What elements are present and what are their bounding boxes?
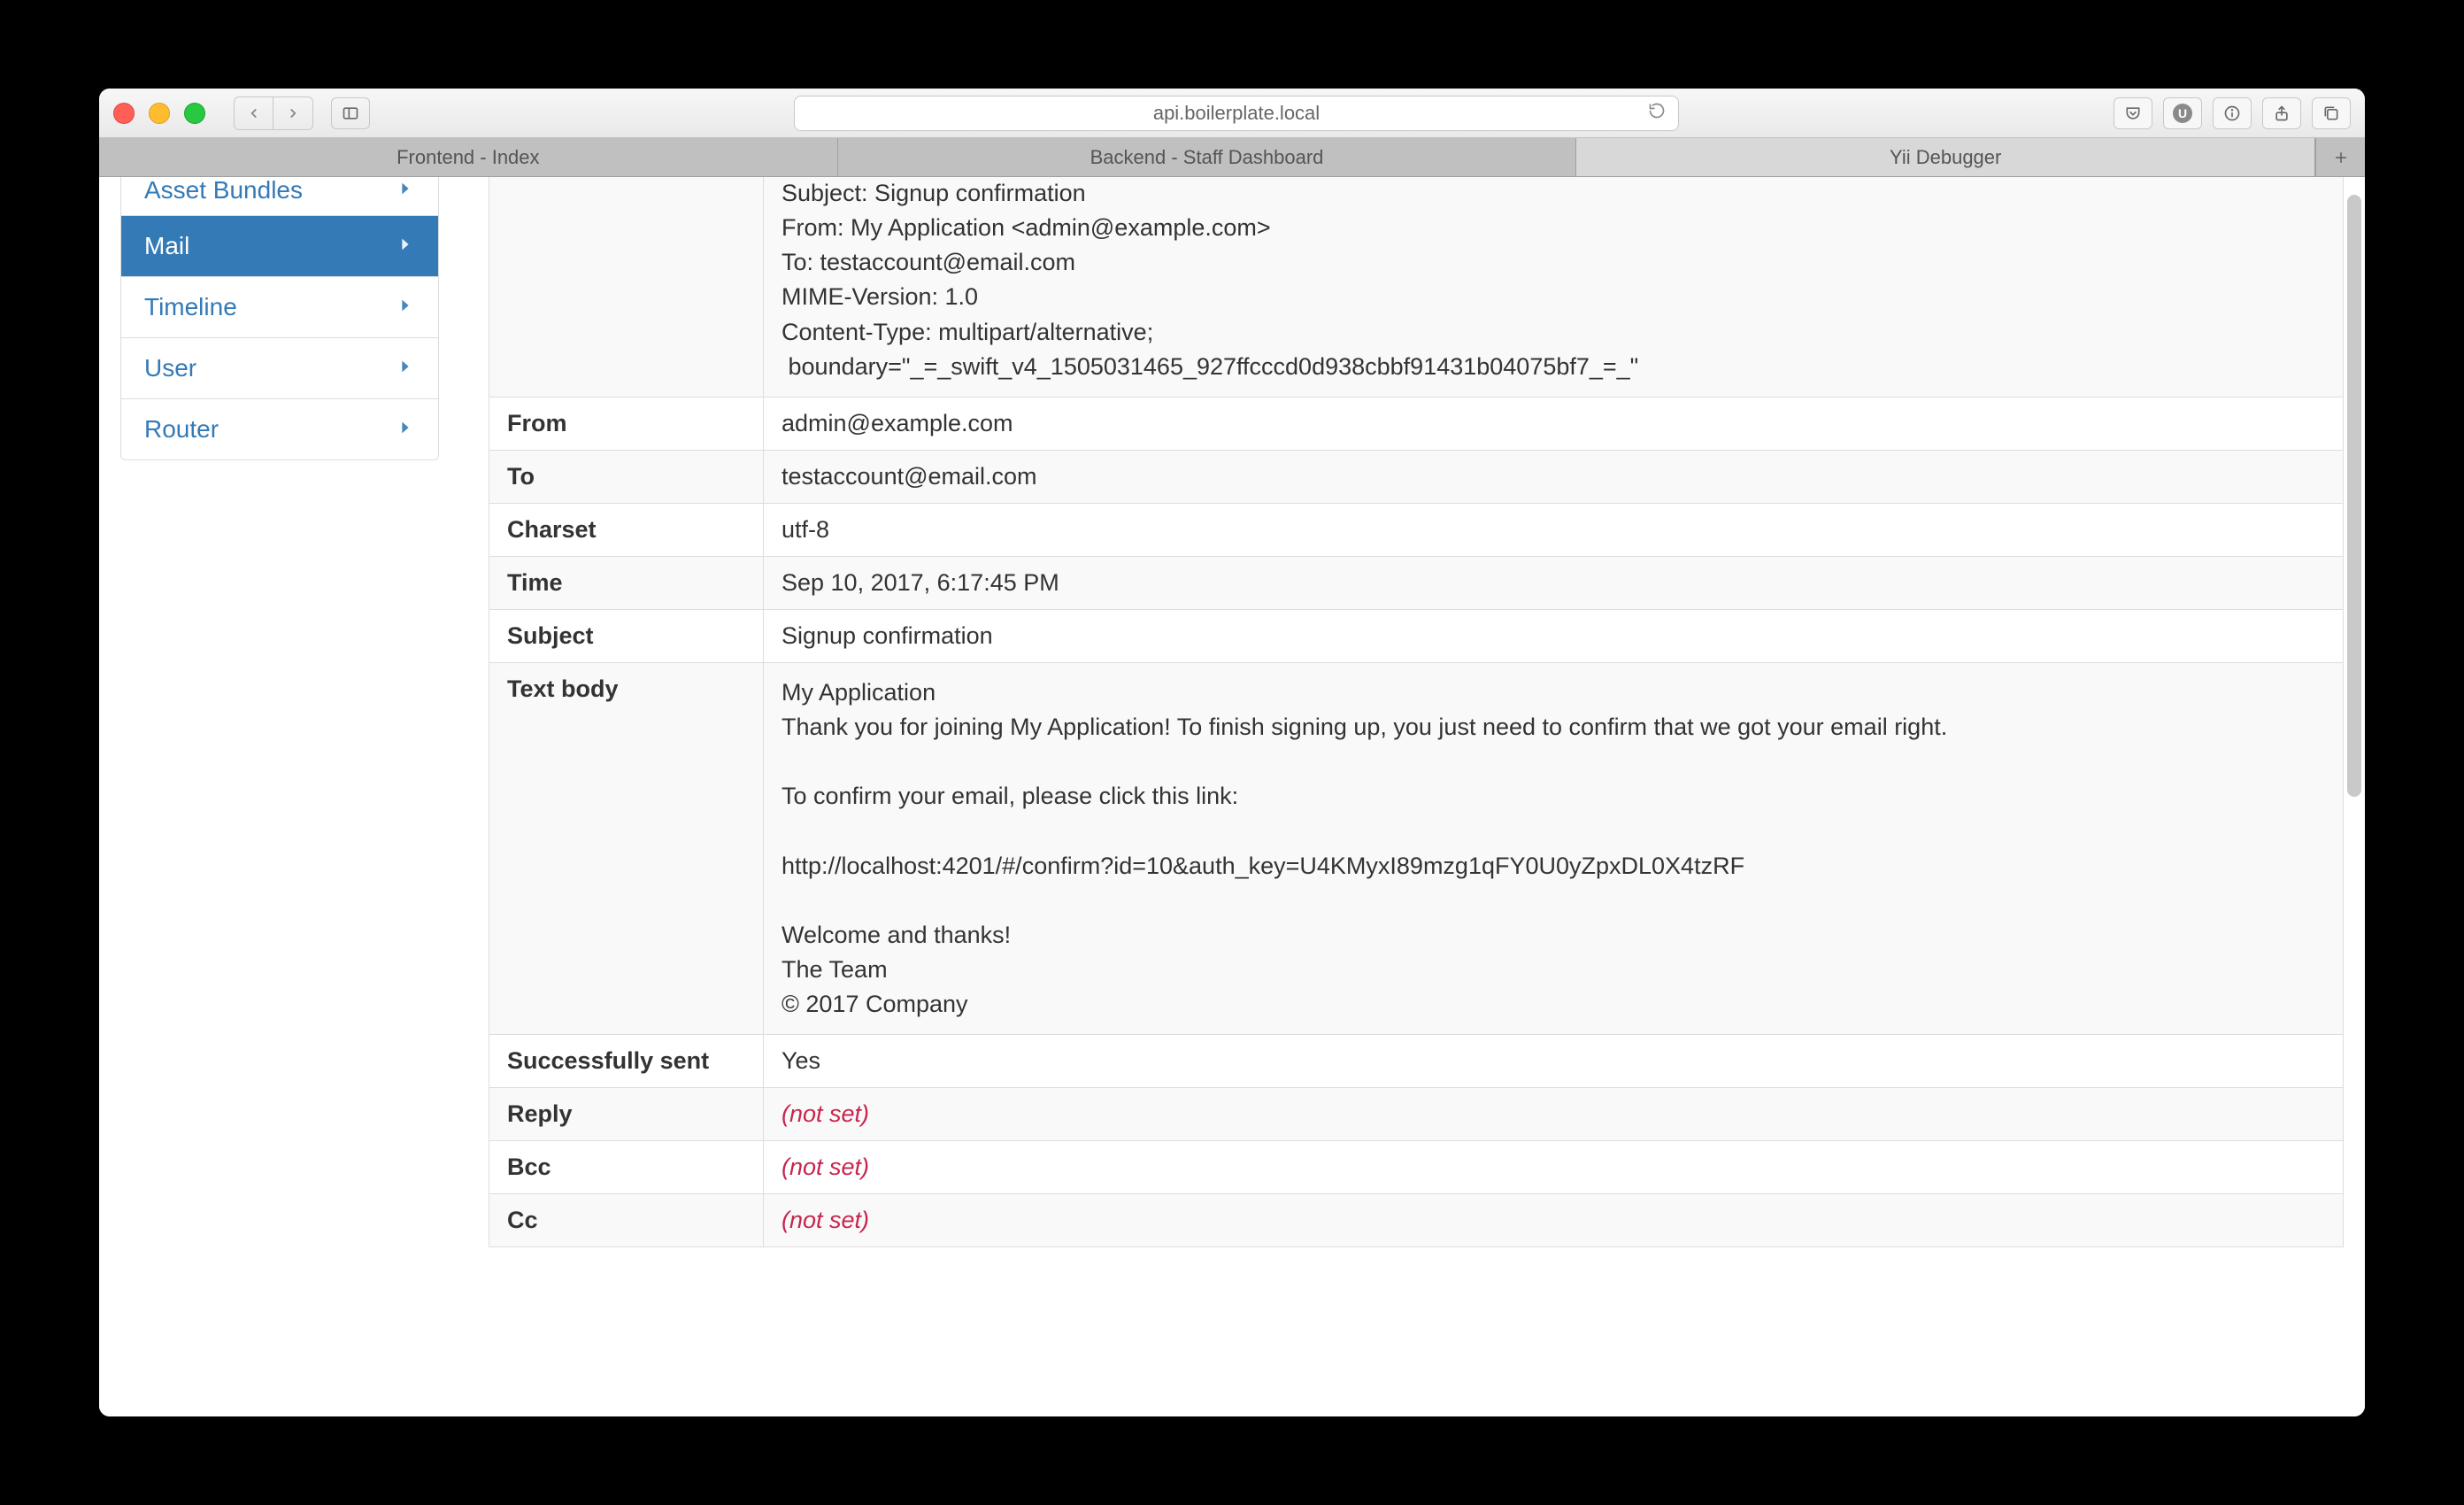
table-row: To testaccount@email.com: [489, 450, 2344, 503]
sidebar-item-timeline[interactable]: Timeline: [121, 277, 438, 338]
reload-icon[interactable]: [1648, 102, 1666, 125]
chevron-right-icon: [396, 415, 415, 444]
sidebar-item-router[interactable]: Router: [121, 399, 438, 459]
chevron-right-icon: [396, 354, 415, 382]
mail-detail: Subject: Signup confirmation From: My Ap…: [489, 177, 2344, 1416]
textbody-label: Text body: [489, 662, 764, 1034]
ublock-icon: U: [2173, 104, 2192, 123]
titlebar: api.boilerplate.local U: [99, 89, 2365, 138]
debug-sidebar: Asset Bundles Mail Timeline: [120, 177, 439, 1416]
pocket-button[interactable]: [2114, 97, 2152, 129]
chevron-right-icon: [396, 293, 415, 321]
sent-value: Yes: [764, 1035, 2344, 1088]
vertical-scrollbar[interactable]: [2347, 195, 2361, 1399]
table-row: From admin@example.com: [489, 397, 2344, 450]
sidebar-item-mail[interactable]: Mail: [121, 216, 438, 277]
sent-label: Successfully sent: [489, 1035, 764, 1088]
ublock-button[interactable]: U: [2163, 97, 2202, 129]
table-row: Cc (not set): [489, 1194, 2344, 1247]
table-row: Time Sep 10, 2017, 6:17:45 PM: [489, 556, 2344, 609]
close-window-button[interactable]: [113, 103, 135, 124]
time-value: Sep 10, 2017, 6:17:45 PM: [764, 556, 2344, 609]
scrollbar-thumb[interactable]: [2347, 195, 2361, 797]
tab-backend[interactable]: Backend - Staff Dashboard: [838, 138, 1577, 176]
nav-back-forward: [234, 96, 313, 130]
chevron-right-icon: [396, 177, 415, 205]
page-content: Asset Bundles Mail Timeline: [99, 177, 2365, 1416]
cc-value: (not set): [782, 1207, 869, 1233]
sidebar-item-asset-bundles[interactable]: Asset Bundles: [121, 177, 438, 216]
from-label: From: [489, 397, 764, 450]
tab-debugger[interactable]: Yii Debugger: [1576, 138, 2315, 176]
subject-label: Subject: [489, 609, 764, 662]
table-row: Subject: Signup confirmation From: My Ap…: [489, 177, 2344, 397]
minimize-window-button[interactable]: [149, 103, 170, 124]
headers-label: [489, 177, 764, 397]
table-row: Subject Signup confirmation: [489, 609, 2344, 662]
reply-label: Reply: [489, 1088, 764, 1141]
tab-bar: Frontend - Index Backend - Staff Dashboa…: [99, 138, 2365, 177]
table-row: Bcc (not set): [489, 1141, 2344, 1194]
to-value: testaccount@email.com: [764, 450, 2344, 503]
sidebar-toggle-button[interactable]: [331, 97, 370, 129]
mail-detail-table: Subject: Signup confirmation From: My Ap…: [489, 177, 2344, 1247]
window-controls: [113, 103, 205, 124]
toolbar-right: U: [2114, 97, 2351, 129]
reply-value: (not set): [782, 1100, 869, 1127]
new-tab-button[interactable]: [2315, 138, 2365, 176]
time-label: Time: [489, 556, 764, 609]
cc-label: Cc: [489, 1194, 764, 1247]
from-value: admin@example.com: [764, 397, 2344, 450]
bcc-label: Bcc: [489, 1141, 764, 1194]
sidebar-item-user[interactable]: User: [121, 338, 438, 399]
forward-button[interactable]: [273, 97, 312, 129]
table-row: Text body My Application Thank you for j…: [489, 662, 2344, 1034]
share-button[interactable]: [2262, 97, 2301, 129]
zoom-window-button[interactable]: [184, 103, 205, 124]
to-label: To: [489, 450, 764, 503]
textbody-value: My Application Thank you for joining My …: [782, 675, 2325, 1022]
info-button[interactable]: [2213, 97, 2252, 129]
back-button[interactable]: [235, 97, 273, 129]
table-row: Successfully sent Yes: [489, 1035, 2344, 1088]
headers-value: Subject: Signup confirmation From: My Ap…: [782, 177, 2325, 384]
tab-frontend[interactable]: Frontend - Index: [99, 138, 838, 176]
bcc-value: (not set): [782, 1154, 869, 1180]
table-row: Reply (not set): [489, 1088, 2344, 1141]
url-text: api.boilerplate.local: [1153, 102, 1320, 125]
charset-label: Charset: [489, 503, 764, 556]
table-row: Charset utf-8: [489, 503, 2344, 556]
url-bar[interactable]: api.boilerplate.local: [794, 96, 1679, 131]
browser-window: api.boilerplate.local U Frontend: [99, 89, 2365, 1416]
charset-value: utf-8: [764, 503, 2344, 556]
subject-value: Signup confirmation: [764, 609, 2344, 662]
tabs-button[interactable]: [2312, 97, 2351, 129]
chevron-right-icon: [396, 232, 415, 260]
